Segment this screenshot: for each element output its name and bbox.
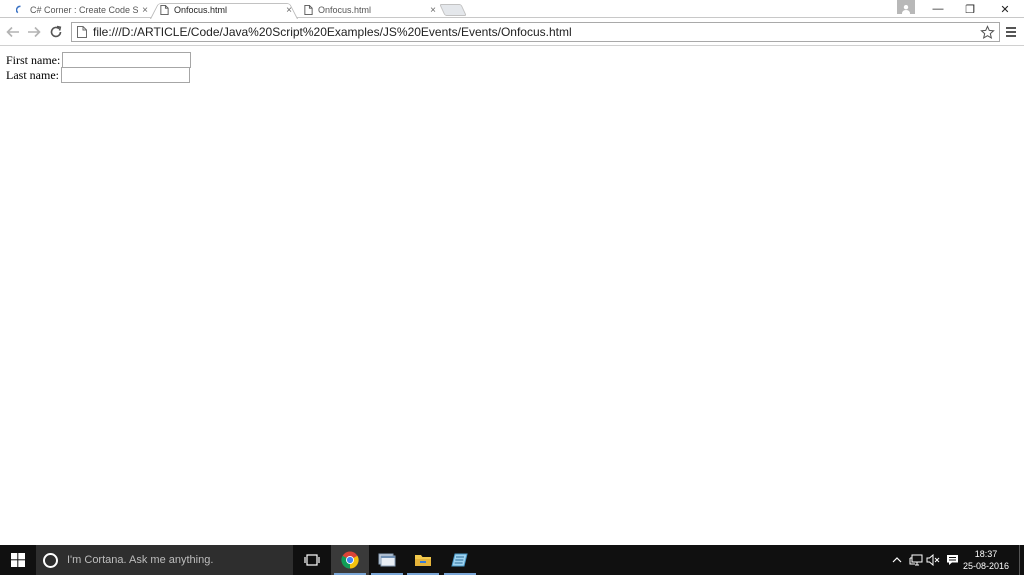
cortana-ring-icon: [43, 552, 58, 568]
back-button[interactable]: [4, 23, 22, 41]
address-bar[interactable]: file:///D:/ARTICLE/Code/Java%20Script%20…: [71, 22, 1000, 42]
chrome-icon: [341, 551, 359, 569]
taskbar-chrome[interactable]: [331, 545, 369, 575]
new-tab-button[interactable]: [439, 4, 467, 16]
page-icon: [77, 26, 87, 38]
last-name-input[interactable]: [60, 67, 190, 83]
action-center-button[interactable]: [943, 545, 961, 575]
hamburger-menu-icon[interactable]: [1004, 25, 1018, 39]
tab-close-icon[interactable]: ×: [286, 5, 292, 16]
notification-icon: [946, 555, 958, 565]
taskbar-file-explorer[interactable]: [404, 545, 442, 575]
taskbar-notepad[interactable]: [441, 545, 479, 575]
first-name-label: First name:: [6, 52, 61, 67]
cortana-search-box[interactable]: I'm Cortana. Ask me anything.: [36, 545, 293, 575]
tab-onfocus[interactable]: Onfocus.html ×: [294, 1, 442, 19]
task-view-button[interactable]: [293, 545, 331, 575]
browser-toolbar: file:///D:/ARTICLE/Code/Java%20Script%20…: [0, 19, 1024, 46]
minimize-button[interactable]: —: [926, 0, 950, 18]
show-desktop-button[interactable]: [1019, 545, 1024, 575]
network-icon: [909, 554, 923, 566]
taskbar-clock[interactable]: 18:37 25-08-2016: [962, 548, 1010, 572]
show-hidden-icons-button[interactable]: [890, 545, 904, 575]
first-name-input[interactable]: [62, 52, 192, 68]
forward-arrow-icon: [28, 26, 41, 38]
user-icon[interactable]: [897, 0, 915, 14]
cortana-placeholder: I'm Cortana. Ask me anything.: [67, 554, 214, 566]
user-silhouette-icon: [902, 5, 910, 14]
tab-close-icon[interactable]: ×: [142, 5, 148, 16]
task-view-icon: [304, 554, 320, 566]
volume-muted-icon: [926, 554, 940, 566]
first-name-row: First name:: [6, 52, 192, 68]
tab-close-icon[interactable]: ×: [430, 5, 436, 16]
page-content: First name: Last name:: [0, 47, 1024, 545]
restore-button[interactable]: ❐: [958, 0, 982, 18]
reload-icon: [50, 25, 62, 38]
browser-tab-strip: C# Corner : Create Code S × Onfocus.html…: [0, 0, 1024, 18]
tab-title: Onfocus.html: [174, 5, 228, 15]
close-window-button[interactable]: ✕: [992, 0, 1018, 18]
windows-taskbar: I'm Cortana. Ask me anything. 18:37 25-0…: [0, 545, 1024, 575]
last-name-row: Last name:: [6, 67, 190, 83]
address-url[interactable]: file:///D:/ARTICLE/Code/Java%20Script%20…: [93, 25, 572, 39]
back-arrow-icon: [6, 26, 19, 38]
chevron-up-icon: [892, 557, 902, 563]
forward-button[interactable]: [25, 23, 43, 41]
network-button[interactable]: [907, 545, 925, 575]
tab-onfocus-active[interactable]: Onfocus.html ×: [150, 1, 298, 19]
taskbar-explorer-window[interactable]: [368, 545, 406, 575]
file-explorer-icon: [415, 555, 431, 566]
windows-logo-icon: [11, 553, 25, 567]
start-button[interactable]: [0, 545, 36, 575]
volume-button[interactable]: [925, 545, 941, 575]
reload-button[interactable]: [47, 23, 65, 41]
clock-time: 18:37: [974, 549, 998, 559]
tab-title: C# Corner : Create Code S: [30, 5, 139, 15]
notepad-icon: [451, 553, 468, 567]
page-icon: [160, 5, 169, 15]
tab-title: Onfocus.html: [318, 5, 372, 15]
page-icon: [304, 5, 313, 15]
star-icon[interactable]: [980, 25, 995, 40]
tab-csharp-corner[interactable]: C# Corner : Create Code S ×: [6, 1, 154, 19]
clock-date: 25-08-2016: [962, 561, 1010, 571]
explorer-window-icon: [378, 553, 396, 567]
last-name-label: Last name:: [6, 67, 59, 82]
loading-spinner-icon: [16, 5, 21, 14]
